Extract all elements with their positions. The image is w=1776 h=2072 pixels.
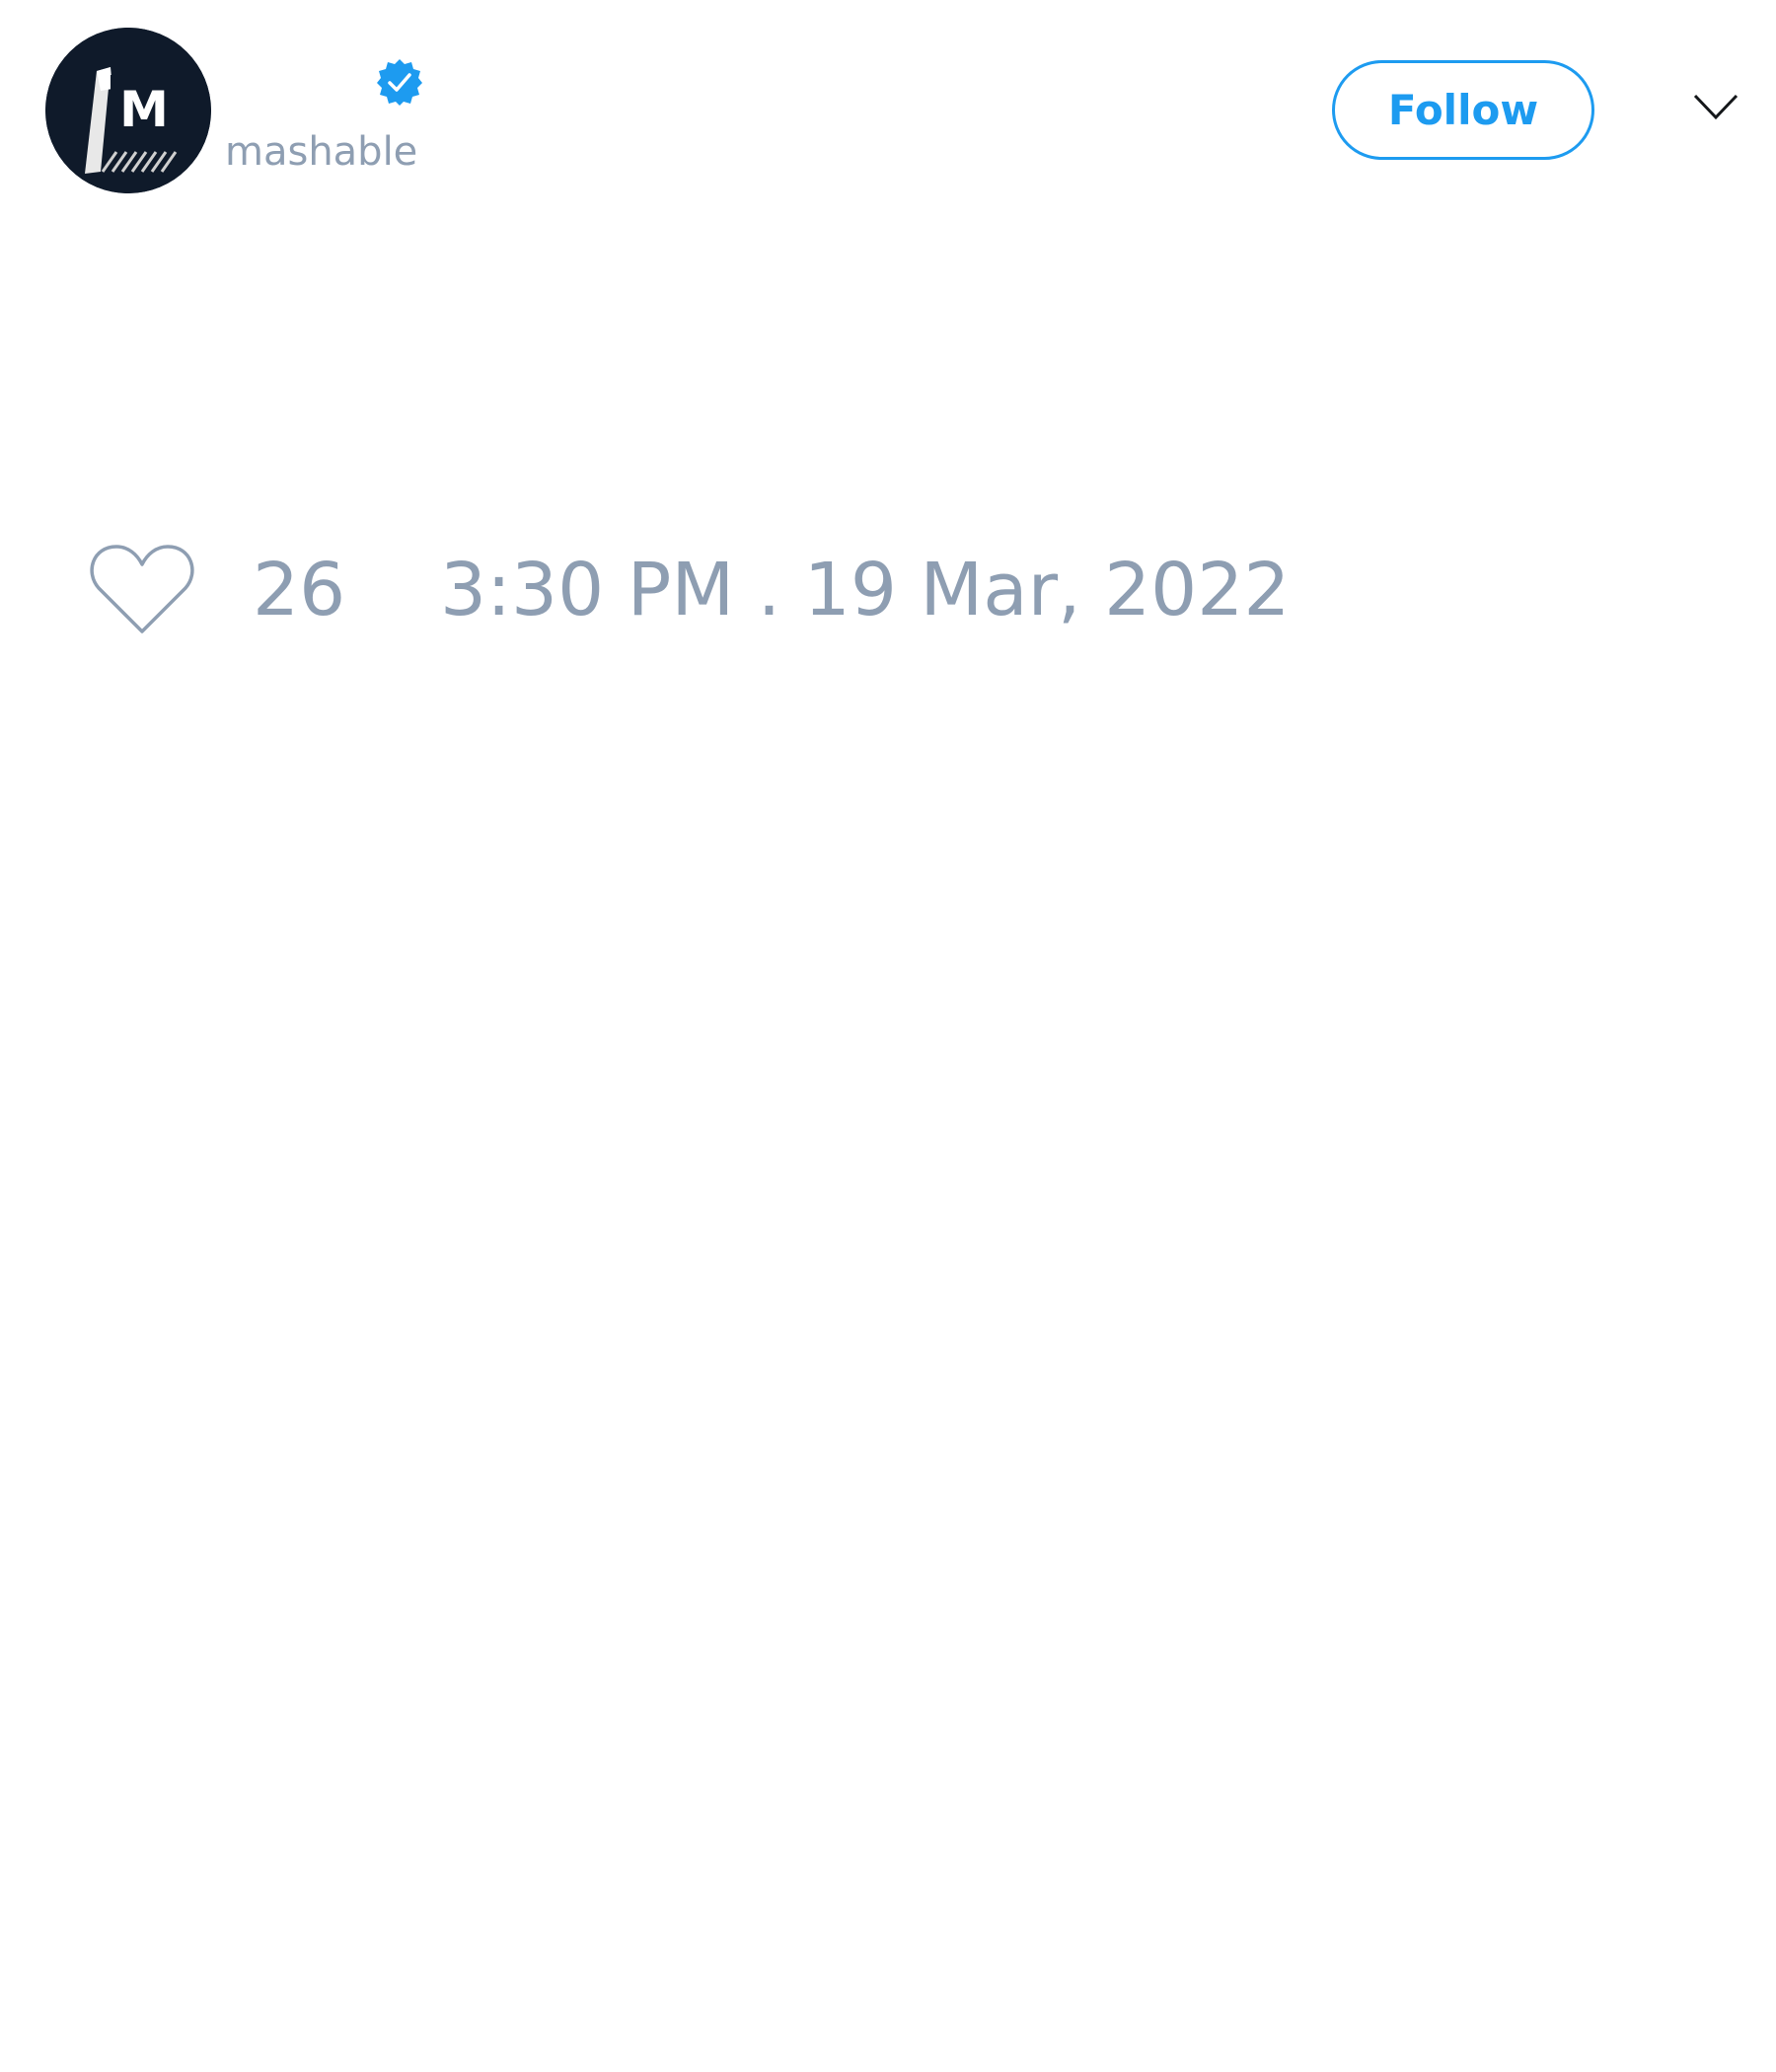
follow-button[interactable]: Follow (1332, 60, 1594, 160)
mashable-logo-icon: M (45, 28, 211, 193)
chevron-down-icon[interactable] (1693, 93, 1739, 120)
tweet-timestamp[interactable]: 3:30 PM . 19 Mar, 2022 (440, 549, 1290, 631)
verified-badge-icon (375, 57, 424, 107)
svg-text:M: M (119, 81, 169, 138)
like-count: 26 (253, 548, 346, 632)
author-handle[interactable]: mashable (225, 128, 417, 176)
heart-icon[interactable] (89, 541, 195, 635)
tweet-card: M mashable Follow 26 3:30 PM . 19 Mar, 2… (0, 0, 1776, 2072)
avatar[interactable]: M (45, 28, 211, 193)
